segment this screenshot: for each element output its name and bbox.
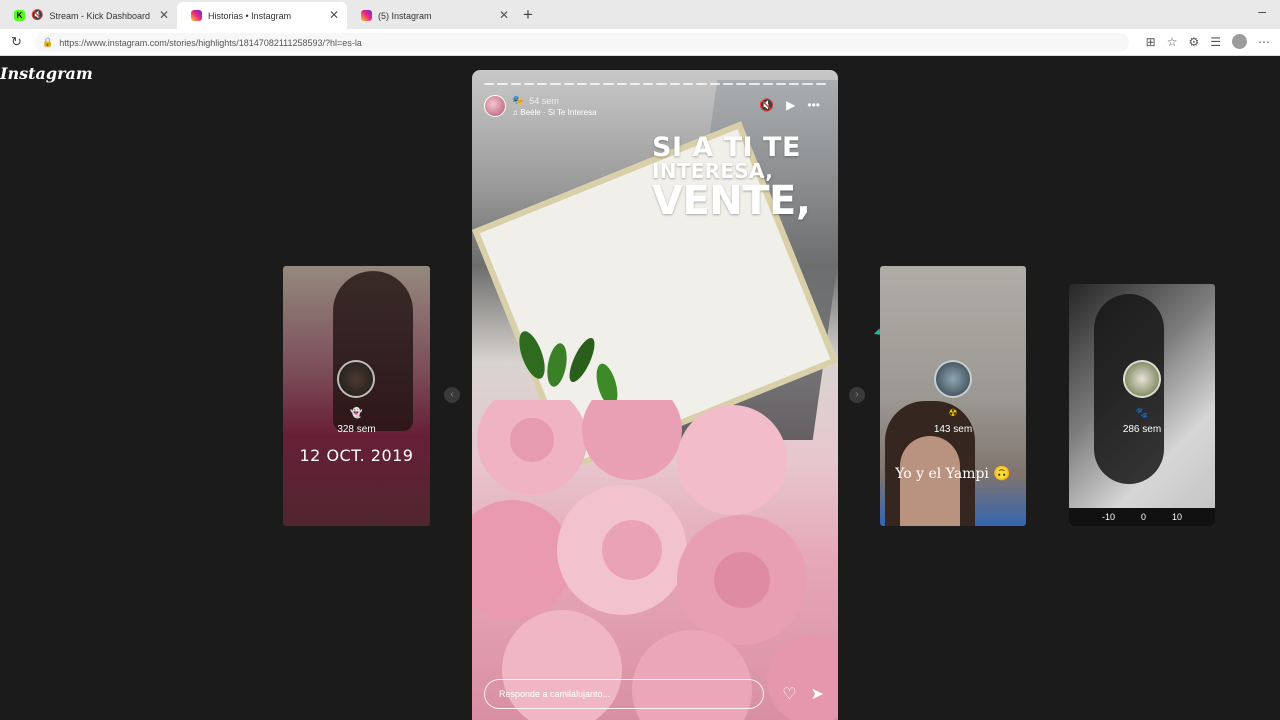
- next-story-arrow-icon[interactable]: ›: [849, 387, 865, 403]
- radioactive-emoji-icon: ☢: [948, 408, 958, 419]
- progress-segment: [669, 83, 680, 85]
- progress-segment: [590, 83, 601, 85]
- url-text: https://www.instagram.com/stories/highli…: [59, 37, 362, 48]
- progress-segment: [616, 83, 627, 85]
- close-tab-icon[interactable]: ✕: [159, 8, 169, 22]
- favorites-list-icon[interactable]: ☰: [1210, 35, 1221, 49]
- story-caption: Yo y el Yampi 🙃: [895, 466, 1011, 482]
- browser-toolbar: ⊞ ☆ ⚙ ☰ ⋯: [1146, 34, 1270, 49]
- progress-segment: [484, 83, 495, 85]
- kick-logo-icon: K: [14, 10, 25, 21]
- progress-segment: [762, 83, 773, 85]
- new-tab-button[interactable]: +: [523, 5, 533, 25]
- app-available-icon[interactable]: ⊞: [1146, 35, 1156, 49]
- more-options-icon[interactable]: •••: [807, 98, 820, 112]
- music-icon: ♫: [512, 108, 518, 117]
- paw-emoji-icon: 🐾: [1135, 408, 1149, 419]
- story-progress-bar: [484, 83, 826, 85]
- tab-kick-dashboard[interactable]: K 🔇 Stream - Kick Dashboard ✕: [0, 2, 177, 29]
- avatar: [337, 360, 375, 398]
- instagram-logo-icon: [191, 10, 202, 21]
- ruler-tick: 10: [1171, 512, 1182, 522]
- story-age: 143 sem: [933, 424, 973, 435]
- side-story-previous[interactable]: 👻 328 sem 12 OCT. 2019: [283, 266, 430, 526]
- progress-segment: [789, 83, 800, 85]
- story-headline: SI A TI TE INTERESA, VENTE,: [652, 134, 811, 221]
- headline-line-3: VENTE,: [652, 178, 811, 224]
- main-story[interactable]: 🎭 54 sem ♫ Beéle · Si Te Interesa 🔇 ▶ ••…: [472, 70, 838, 720]
- story-age: 54 sem: [529, 95, 559, 106]
- reload-icon[interactable]: ↻: [11, 34, 22, 50]
- close-tab-icon[interactable]: ✕: [329, 8, 339, 22]
- progress-segment: [643, 83, 654, 85]
- lock-icon[interactable]: 🔒: [42, 37, 53, 48]
- address-bar: ↻ 🔒 https://www.instagram.com/stories/hi…: [0, 29, 1280, 56]
- progress-segment: [510, 83, 521, 85]
- music-label[interactable]: ♫ Beéle · Si Te Interesa: [512, 108, 597, 117]
- extensions-icon[interactable]: ⚙: [1188, 35, 1199, 49]
- progress-segment: [815, 83, 826, 85]
- progress-segment: [736, 83, 747, 85]
- ruler-tick: 0: [1140, 512, 1146, 522]
- play-icon[interactable]: ▶: [786, 98, 795, 112]
- side-story-next[interactable]: ☢ 143 sem Yo y el Yampi 🙃: [880, 266, 1026, 526]
- like-heart-icon[interactable]: ♡: [782, 684, 796, 704]
- progress-segment: [802, 83, 813, 85]
- ruler-tick: -10: [1101, 512, 1115, 522]
- minimize-window-button[interactable]: –: [1258, 3, 1266, 19]
- tab-title: (5) Instagram: [378, 10, 432, 21]
- story-age: 328 sem: [337, 424, 376, 435]
- url-field[interactable]: 🔒 https://www.instagram.com/stories/high…: [34, 33, 1129, 52]
- progress-segment: [550, 83, 561, 85]
- previous-story-arrow-icon[interactable]: ‹: [444, 387, 460, 403]
- progress-segment: [722, 83, 734, 85]
- roses-image: [472, 400, 838, 720]
- progress-segment: [709, 83, 720, 85]
- thumbnail-overlay: [1069, 284, 1215, 526]
- tab-title: Stream - Kick Dashboard: [49, 10, 150, 21]
- progress-segment: [696, 83, 707, 85]
- send-message-icon[interactable]: ➤: [811, 684, 824, 704]
- instagram-logo-icon: [361, 10, 372, 21]
- progress-segment: [576, 83, 588, 85]
- tab-bar: K 🔇 Stream - Kick Dashboard ✕ Historias …: [0, 0, 1280, 29]
- profile-avatar[interactable]: [1232, 34, 1247, 49]
- tab-title: Historias • Instagram: [208, 10, 292, 21]
- tab-instagram-stories[interactable]: Historias • Instagram ✕: [177, 2, 347, 29]
- story-user-info: 🎭 54 sem: [512, 95, 559, 106]
- story-controls: 🔇 ▶ •••: [759, 98, 820, 112]
- reply-input[interactable]: Responde a camilalujanto...: [484, 679, 764, 709]
- progress-segment: [603, 83, 614, 85]
- progress-segment: [523, 83, 535, 85]
- story-age: 286 sem: [1122, 424, 1162, 435]
- progress-segment: [775, 83, 787, 85]
- avatar[interactable]: [484, 95, 506, 117]
- progress-segment: [563, 83, 574, 85]
- headline-line-1: SI A TI TE: [652, 132, 801, 163]
- mute-icon[interactable]: 🔇: [759, 98, 774, 112]
- side-story-next-2[interactable]: 🐾 286 sem -10 0 10: [1069, 284, 1215, 526]
- story-caption: 12 OCT. 2019: [299, 446, 414, 465]
- story-header: 🎭 54 sem ♫ Beéle · Si Te Interesa 🔇 ▶ ••…: [484, 95, 826, 119]
- avatar: [934, 360, 972, 398]
- more-menu-icon[interactable]: ⋯: [1258, 35, 1270, 49]
- progress-segment: [682, 83, 694, 85]
- instagram-wordmark[interactable]: Instagram: [0, 64, 93, 83]
- music-title: Beéle · Si Te Interesa: [520, 108, 597, 117]
- progress-segment: [497, 83, 508, 85]
- highlight-cover-icon[interactable]: 🎭: [512, 95, 523, 106]
- avatar: [1123, 360, 1161, 398]
- progress-segment: [537, 83, 548, 85]
- favorite-star-icon[interactable]: ☆: [1167, 35, 1178, 49]
- progress-segment: [629, 83, 641, 85]
- ghost-emoji-icon: 👻: [350, 408, 363, 419]
- reply-actions: ♡ ➤: [782, 684, 824, 704]
- ruler-overlay: -10 0 10: [1069, 508, 1215, 526]
- close-tab-icon[interactable]: ✕: [499, 8, 509, 22]
- muted-speaker-icon[interactable]: 🔇: [31, 10, 43, 21]
- progress-segment: [656, 83, 667, 85]
- tab-instagram[interactable]: (5) Instagram ✕: [347, 2, 517, 29]
- progress-segment: [749, 83, 760, 85]
